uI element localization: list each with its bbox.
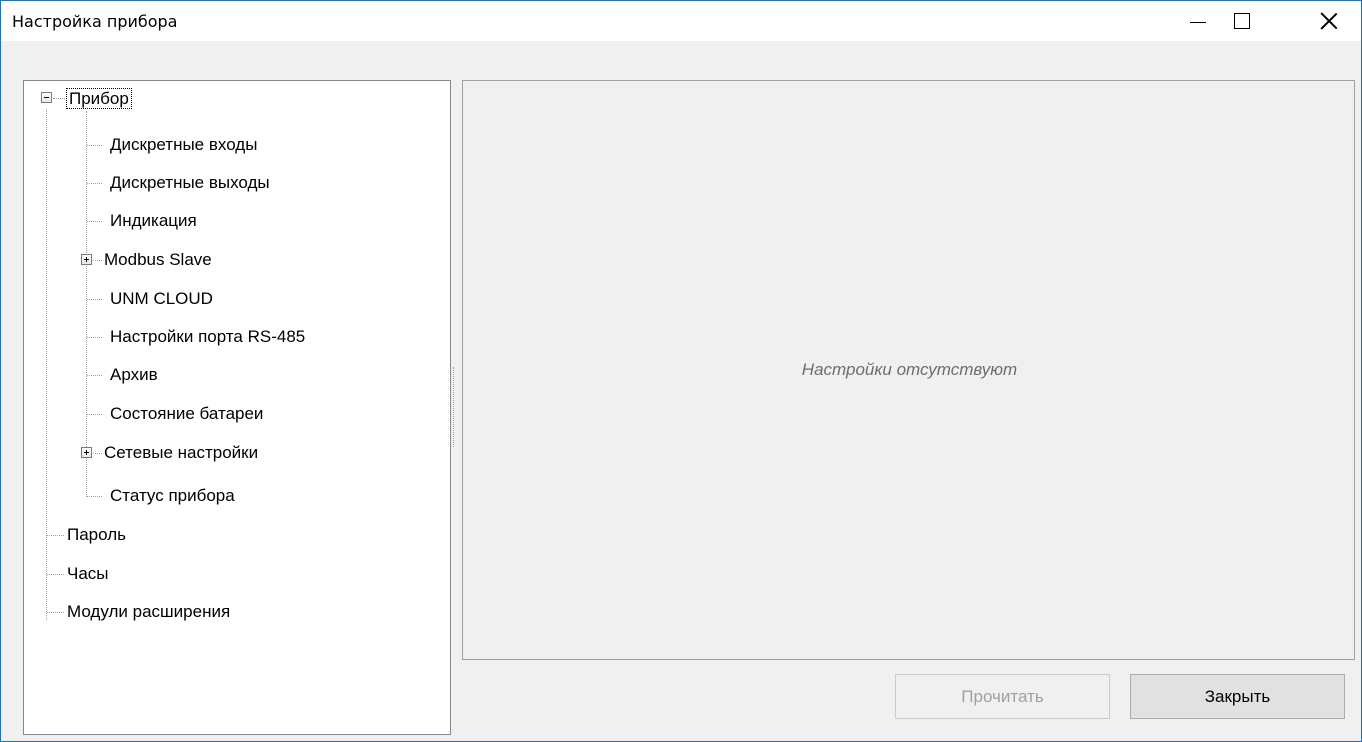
expand-icon[interactable] <box>81 254 92 265</box>
tree-item-archive[interactable]: Архив <box>108 365 160 385</box>
tree-item-battery-state[interactable]: Состояние батареи <box>108 404 265 424</box>
expand-icon[interactable] <box>81 447 92 458</box>
tree-item-modbus-slave[interactable]: Modbus Slave <box>102 250 214 270</box>
tree-item-expansion-modules[interactable]: Модули расширения <box>65 602 232 622</box>
empty-settings-message: Настройки отсутствуют <box>801 360 1018 379</box>
tree-line <box>46 109 47 620</box>
tree-item-rs485-settings[interactable]: Настройки порта RS-485 <box>108 327 307 347</box>
tree-item-indication[interactable]: Индикация <box>108 211 199 231</box>
tree-item-password[interactable]: Пароль <box>65 525 128 545</box>
settings-tree[interactable]: Прибор Дискретные входы Дискретные выход… <box>23 80 451 735</box>
maximize-button[interactable] <box>1219 1 1265 41</box>
tree-item-unm-cloud[interactable]: UNM CLOUD <box>108 289 215 309</box>
maximize-icon <box>1234 13 1250 29</box>
tree-item-clock[interactable]: Часы <box>65 564 111 584</box>
tree-item-discrete-inputs[interactable]: Дискретные входы <box>108 135 259 155</box>
tree-item-device[interactable]: Прибор <box>66 88 132 109</box>
close-icon <box>1320 12 1338 30</box>
tree-item-network-settings[interactable]: Сетевые настройки <box>102 443 260 463</box>
close-window-button[interactable] <box>1306 1 1352 41</box>
minimize-button[interactable] <box>1175 1 1221 41</box>
read-button[interactable]: Прочитать <box>895 674 1110 719</box>
settings-panel: Настройки отсутствуют <box>462 80 1355 660</box>
tree-item-discrete-outputs[interactable]: Дискретные выходы <box>108 173 272 193</box>
tree-item-device-status[interactable]: Статус прибора <box>108 486 237 506</box>
settings-window: Настройка прибора Прибор Дискретные вход… <box>0 0 1362 742</box>
collapse-icon[interactable] <box>41 92 52 103</box>
minimize-icon <box>1190 21 1206 23</box>
window-title: Настройка прибора <box>12 12 178 31</box>
tree-line <box>86 111 87 497</box>
close-button[interactable]: Закрыть <box>1130 674 1345 719</box>
title-bar: Настройка прибора <box>1 1 1361 41</box>
splitter-handle[interactable] <box>453 367 456 447</box>
